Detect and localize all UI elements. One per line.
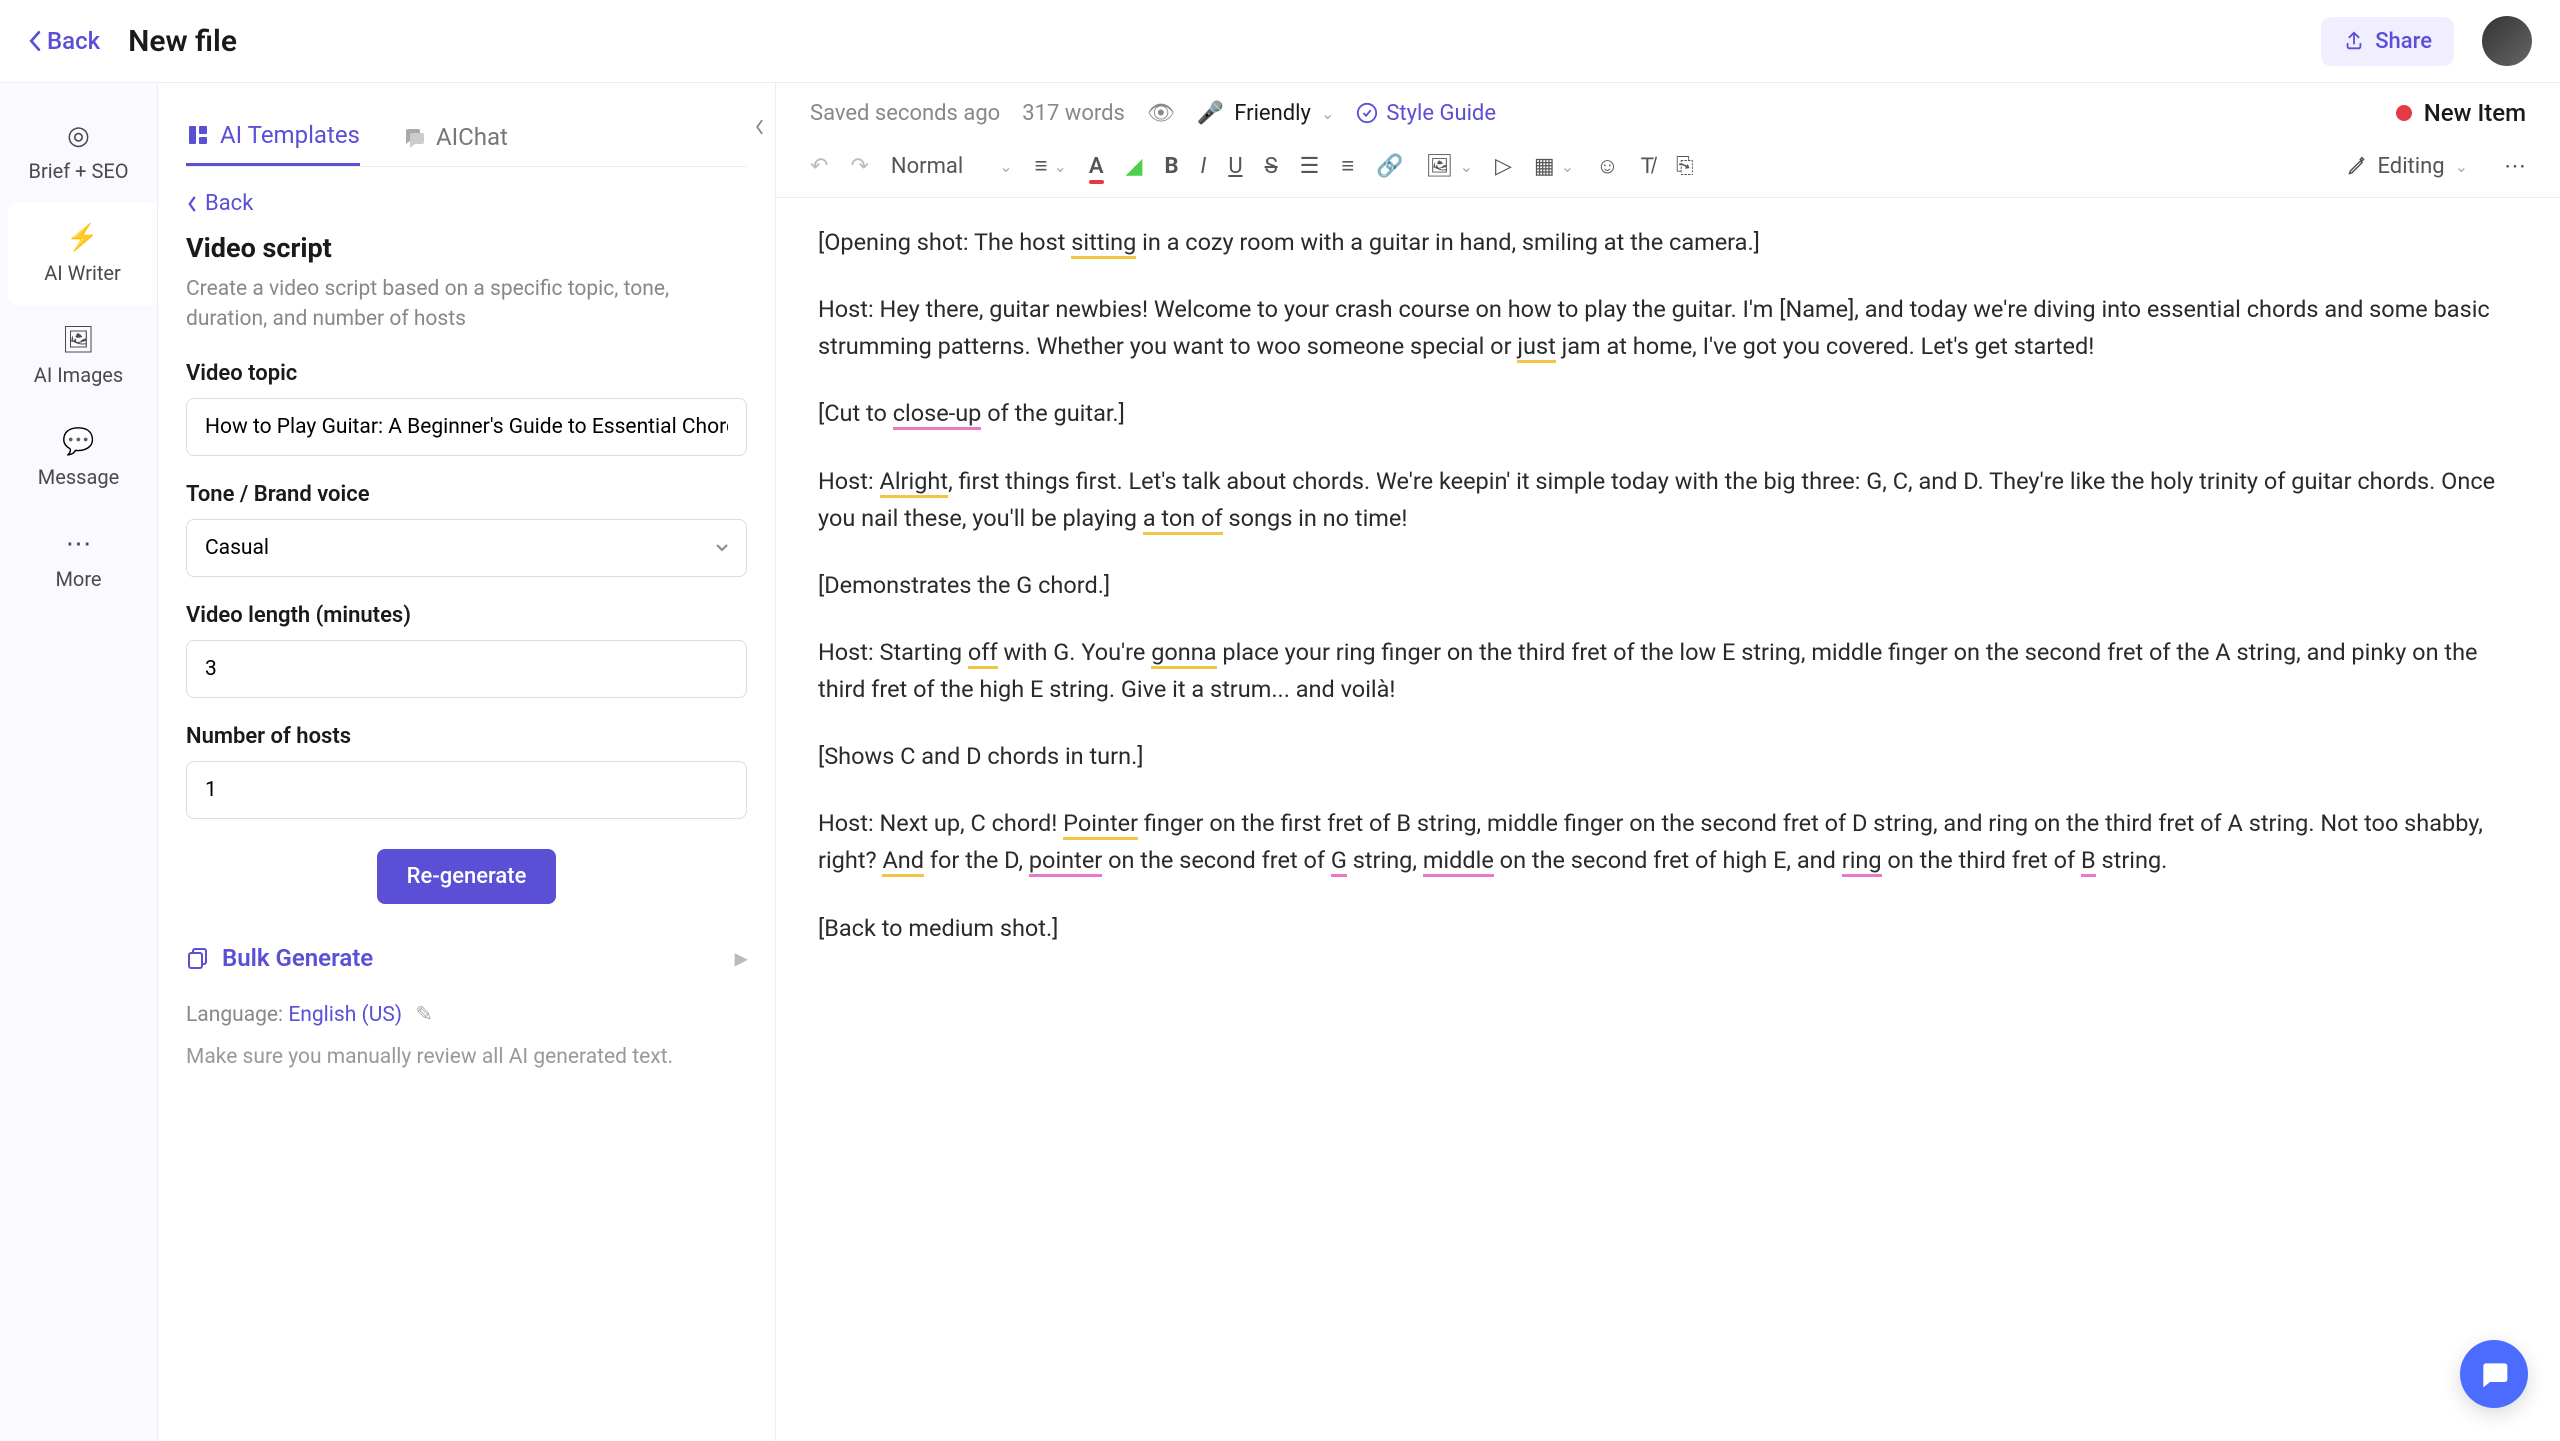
dots-icon: ⋯ xyxy=(66,529,92,559)
rail-label: Brief + SEO xyxy=(29,159,129,183)
image-button[interactable]: 🖼 ⌄ xyxy=(1426,154,1473,179)
chevron-left-icon xyxy=(186,195,197,213)
panel-back[interactable]: Back xyxy=(186,191,747,216)
status-dot-icon xyxy=(2396,105,2412,121)
style-guide-label: Style Guide xyxy=(1386,101,1496,126)
rail-label: More xyxy=(55,567,101,591)
bold-button[interactable]: B xyxy=(1164,154,1178,179)
tab-label: AIChat xyxy=(436,123,508,151)
back-label: Back xyxy=(47,27,100,55)
label-topic: Video topic xyxy=(186,361,747,386)
share-label: Share xyxy=(2375,29,2432,54)
chat-launcher[interactable] xyxy=(2460,1340,2528,1408)
emoji-button[interactable]: ☺ xyxy=(1596,153,1618,179)
rail-label: AI Writer xyxy=(44,261,121,285)
rail-more[interactable]: ⋯ More xyxy=(0,509,157,611)
check-circle-icon xyxy=(1356,102,1378,124)
style-dropdown[interactable]: Normal ⌄ xyxy=(891,154,1013,179)
clear-format-button[interactable]: T̸ xyxy=(1641,153,1654,179)
input-topic[interactable] xyxy=(186,398,747,456)
align-button[interactable]: ≡ ⌄ xyxy=(1035,153,1067,179)
target-icon: ◎ xyxy=(67,121,90,151)
language-row: Language: English (US) ✎ xyxy=(186,1002,747,1027)
more-button[interactable]: ⋯ xyxy=(2504,154,2526,179)
strike-button[interactable]: S xyxy=(1265,154,1278,179)
edit-icon[interactable]: ✎ xyxy=(415,1003,433,1027)
rail-brief-seo[interactable]: ◎ Brief + SEO xyxy=(0,101,157,203)
chat-icon xyxy=(2478,1358,2510,1390)
tab-label: AI Templates xyxy=(220,121,360,149)
message-icon: 💬 xyxy=(62,427,94,457)
chevron-down-icon: ⌄ xyxy=(999,157,1012,176)
bolt-icon: ⚡ xyxy=(66,223,98,253)
image-icon: 🖼 xyxy=(62,325,95,355)
disclaimer: Make sure you manually review all AI gen… xyxy=(186,1043,747,1072)
left-rail: ◎ Brief + SEO ⚡ AI Writer 🖼 AI Images 💬 … xyxy=(0,83,158,1441)
back-nav[interactable]: Back xyxy=(28,27,100,55)
rail-label: AI Images xyxy=(34,363,123,387)
bulk-generate[interactable]: Bulk Generate ▸ xyxy=(186,932,747,984)
number-list-button[interactable]: ≡ xyxy=(1341,153,1354,179)
regenerate-button[interactable]: Re-generate xyxy=(377,849,557,904)
link-button[interactable]: 🔗 xyxy=(1376,154,1403,179)
label-tone: Tone / Brand voice xyxy=(186,482,747,507)
style-guide[interactable]: Style Guide xyxy=(1356,101,1496,126)
chevron-left-icon xyxy=(28,30,41,52)
chevron-down-icon: ⌄ xyxy=(1321,104,1334,123)
file-title: New file xyxy=(128,24,237,59)
mic-icon: 🎤 xyxy=(1197,101,1224,126)
language-link[interactable]: English (US) xyxy=(288,1003,402,1027)
rail-message[interactable]: 💬 Message xyxy=(0,407,157,509)
table-button[interactable]: ▦ ⌄ xyxy=(1534,154,1574,179)
label-length: Video length (minutes) xyxy=(186,603,747,628)
avatar[interactable] xyxy=(2482,16,2532,66)
bulk-label: Bulk Generate xyxy=(222,944,373,972)
word-count: 317 words xyxy=(1022,101,1125,126)
comment-button[interactable]: ⎘ xyxy=(1676,154,1694,179)
pencil-icon xyxy=(2347,156,2367,176)
text-color-button[interactable]: A xyxy=(1089,154,1104,179)
input-hosts[interactable] xyxy=(186,761,747,819)
upload-icon xyxy=(2343,30,2365,52)
chat-icon xyxy=(402,125,426,149)
document-body[interactable]: [Opening shot: The host sitting in a coz… xyxy=(776,198,2560,1441)
rail-label: Message xyxy=(38,465,119,489)
highlight-button[interactable]: ◢ xyxy=(1126,154,1143,179)
panel-desc: Create a video script based on a specifi… xyxy=(186,274,747,335)
italic-button[interactable]: I xyxy=(1201,154,1207,179)
tone-selector[interactable]: 🎤 Friendly ⌄ xyxy=(1197,101,1334,126)
templates-icon xyxy=(186,123,210,147)
input-length[interactable] xyxy=(186,640,747,698)
tone-label: Friendly xyxy=(1234,101,1311,126)
rail-ai-writer[interactable]: ⚡ AI Writer xyxy=(8,203,157,305)
chevron-down-icon: ⌄ xyxy=(2455,157,2468,176)
panel-title: Video script xyxy=(186,232,747,264)
save-status: Saved seconds ago xyxy=(810,101,1000,126)
underline-button[interactable]: U xyxy=(1228,154,1242,179)
video-button[interactable]: ▷ xyxy=(1495,154,1512,179)
share-button[interactable]: Share xyxy=(2321,17,2454,66)
select-tone[interactable]: Casual xyxy=(186,519,747,577)
tab-aichat[interactable]: AIChat xyxy=(402,107,508,166)
chevron-left-icon xyxy=(753,118,765,136)
new-item-label: New Item xyxy=(2424,99,2526,127)
collapse-panel[interactable] xyxy=(741,109,776,145)
label-hosts: Number of hosts xyxy=(186,724,747,749)
play-icon: ▸ xyxy=(735,944,747,972)
new-item[interactable]: New Item xyxy=(2396,99,2526,127)
copy-icon xyxy=(186,946,210,970)
tab-ai-templates[interactable]: AI Templates xyxy=(186,107,360,166)
eye-icon[interactable]: 👁 xyxy=(1147,101,1175,126)
panel-back-label: Back xyxy=(205,191,253,216)
redo-button[interactable]: ↷ xyxy=(850,154,868,179)
undo-button[interactable]: ↶ xyxy=(810,154,828,179)
rail-ai-images[interactable]: 🖼 AI Images xyxy=(0,305,157,407)
editing-mode[interactable]: Editing ⌄ xyxy=(2347,154,2468,179)
bullet-list-button[interactable]: ☰ xyxy=(1300,154,1320,179)
